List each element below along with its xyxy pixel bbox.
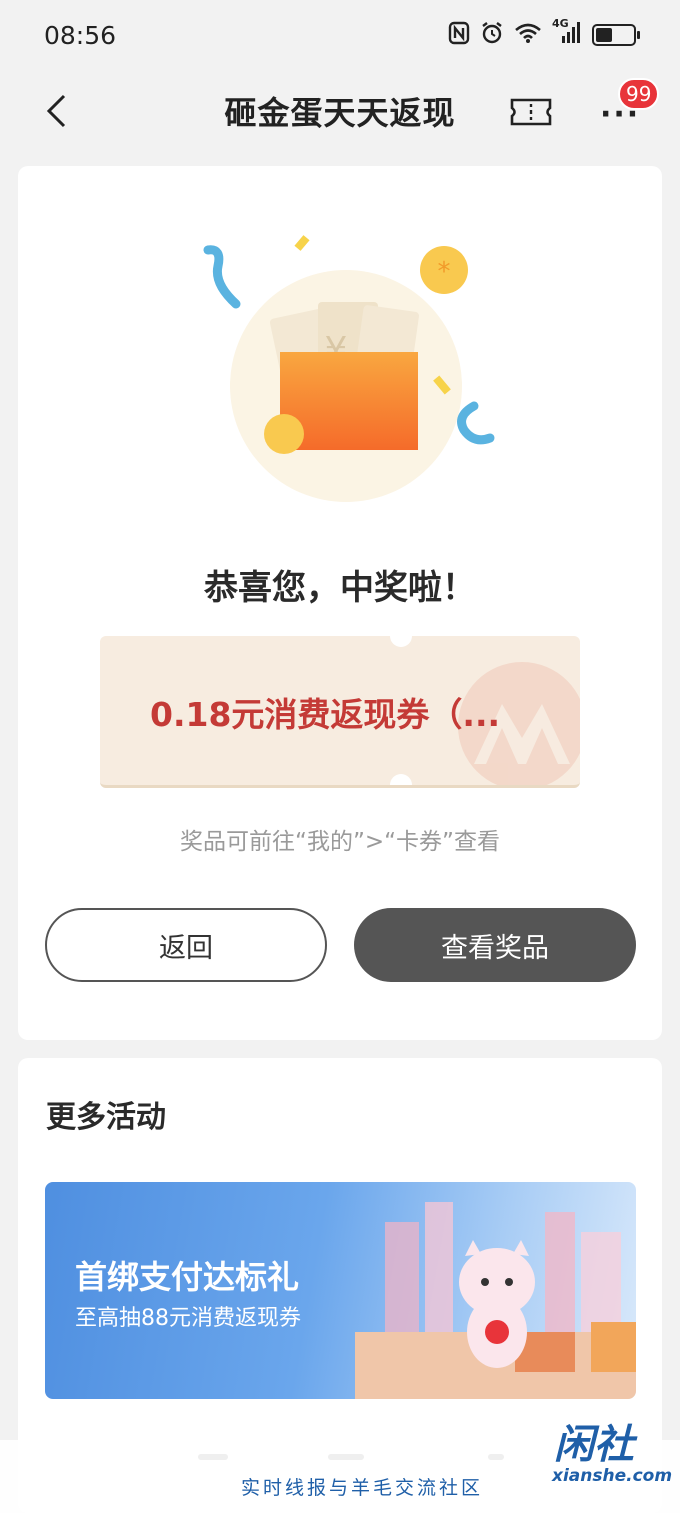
svg-text:*: * (438, 257, 451, 287)
mascot-city-illustration (355, 1202, 636, 1399)
status-time: 08:56 (44, 20, 117, 50)
view-prize-button[interactable]: 查看奖品 (354, 908, 636, 982)
notification-badge: 99 (618, 78, 660, 110)
watermark-tagline: 实时线报与羊毛交流社区 (240, 1477, 483, 1499)
result-card: * ¥ * 恭喜您，中奖啦！ 0.18元消费返现券（... 奖品可前往“我的”>… (18, 166, 662, 1040)
alarm-icon (480, 21, 504, 50)
activity-banner[interactable]: 首绑支付达标礼 至高抽88元消费返现券 (45, 1182, 636, 1399)
coupon-notch (390, 774, 412, 785)
network-type-label: 4G (552, 16, 569, 30)
wifi-icon (514, 22, 542, 49)
red-envelope-illustration: * ¥ * (203, 235, 495, 502)
banner-subtitle: 至高抽88元消费返现券 (75, 1306, 301, 1331)
nav-bar: 砸金蛋天天返现 ··· (0, 70, 680, 152)
cellular-signal-icon: 4G (552, 17, 582, 50)
ticket-icon (510, 98, 552, 126)
battery-icon (592, 24, 640, 46)
status-icons: 4G (448, 17, 640, 50)
prize-name: 0.18元消费返现券（... (150, 695, 501, 734)
watermark-logo: 闲社 (554, 1422, 634, 1468)
status-bar: 08:56 4G (0, 0, 680, 70)
page-title: 砸金蛋天天返现 (224, 94, 456, 132)
return-button[interactable]: 返回 (45, 908, 327, 982)
section-title: 更多活动 (46, 1100, 166, 1135)
prize-location-hint: 奖品可前往“我的”>“卡券”查看 (180, 829, 500, 855)
banner-title: 首绑支付达标礼 (75, 1258, 300, 1296)
coupon-notch (390, 636, 412, 647)
more-icon: ··· (600, 97, 641, 132)
nfc-icon (448, 21, 470, 50)
prize-coupon[interactable]: 0.18元消费返现券（... (100, 636, 580, 788)
congrats-heading: 恭喜您，中奖啦！ (204, 568, 476, 608)
coupon-button[interactable] (508, 92, 554, 132)
